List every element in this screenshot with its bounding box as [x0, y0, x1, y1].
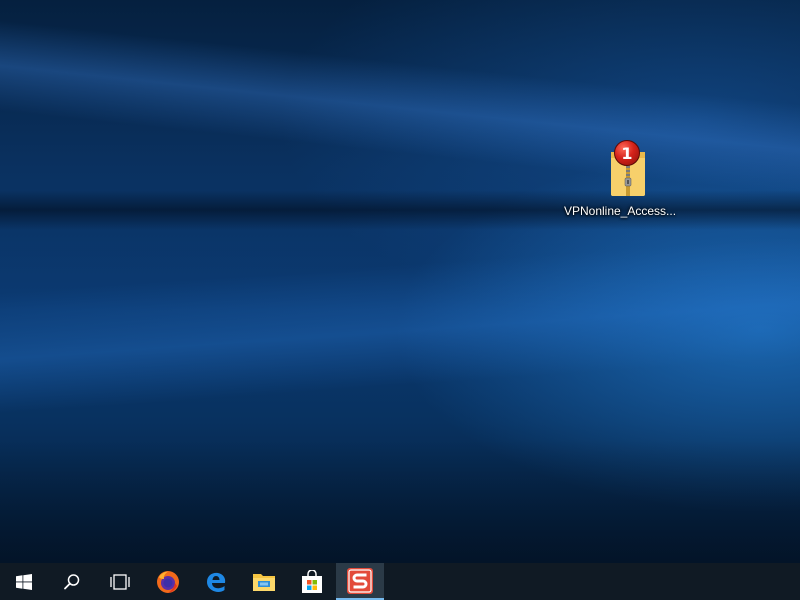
desktop[interactable]: 1 VPNonline_Access... [0, 0, 800, 563]
firefox-icon [157, 570, 179, 593]
taskbar-file-explorer[interactable] [240, 563, 288, 600]
windows-start-icon [16, 573, 32, 590]
zip-folder-icon: 1 [590, 140, 650, 200]
taskbar-sumatra-app[interactable] [336, 563, 384, 600]
wallpaper-shadow [0, 440, 800, 563]
task-view-button[interactable] [96, 563, 144, 600]
search-button[interactable] [48, 563, 96, 600]
start-button[interactable] [0, 563, 48, 600]
taskbar-firefox[interactable] [144, 563, 192, 600]
wallpaper-light-beam [0, 223, 800, 420]
edge-icon [207, 572, 226, 592]
desktop-icon-vpnonline-zip[interactable]: 1 VPNonline_Access... [560, 140, 680, 218]
store-icon [302, 569, 322, 593]
sumatra-app-icon [347, 567, 373, 594]
wallpaper-dark-band [0, 190, 800, 230]
taskbar [0, 563, 800, 600]
desktop-icon-label: VPNonline_Access... [563, 204, 677, 218]
taskbar-store[interactable] [288, 563, 336, 600]
task-view-icon [110, 573, 130, 590]
taskbar-edge[interactable] [192, 563, 240, 600]
wallpaper-light-beam [0, 10, 800, 215]
search-icon [64, 573, 80, 589]
notification-badge: 1 [614, 140, 640, 166]
file-explorer-icon [253, 573, 275, 591]
